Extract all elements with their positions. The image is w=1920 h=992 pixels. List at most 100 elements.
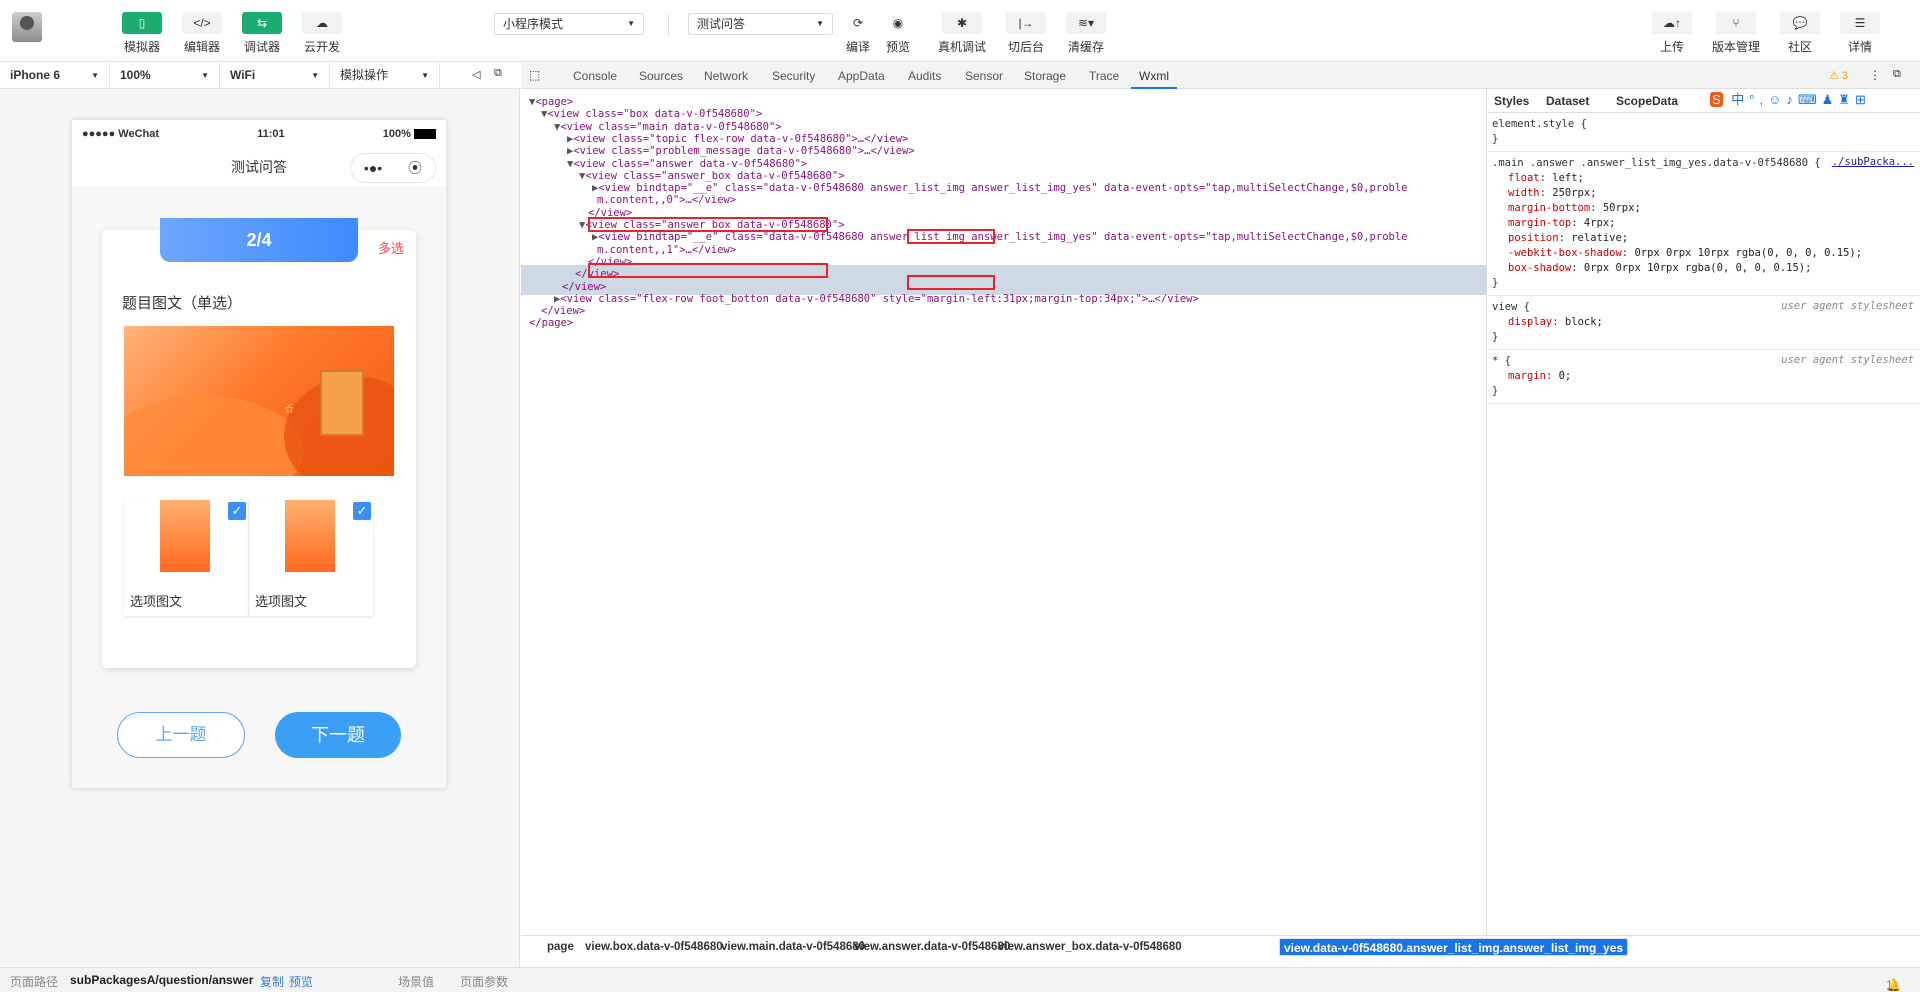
question-image: ☆ <box>124 326 394 476</box>
css-declaration[interactable]: margin: 0; <box>1492 369 1916 384</box>
dock-icon[interactable]: ⧉ <box>1893 68 1901 81</box>
user-avatar[interactable] <box>12 12 42 42</box>
inspect-element-icon[interactable]: ⬚ <box>529 68 540 82</box>
option-card[interactable]: ✓ 选项图文 <box>124 500 248 616</box>
css-value: left; <box>1552 172 1584 184</box>
editor-button[interactable]: </> 编辑器 <box>172 12 232 55</box>
preview-button[interactable]: ◉ 预览 <box>868 12 928 55</box>
next-question-button[interactable]: 下一题 <box>275 712 401 758</box>
background-label: 切后台 <box>1007 40 1044 54</box>
compile-select-value: 测试问答 <box>697 17 746 31</box>
background-button[interactable]: |→ 切后台 <box>996 12 1056 55</box>
css-colon: : <box>1571 262 1584 274</box>
wxml-node-line[interactable]: </page> <box>529 316 573 331</box>
prev-question-button[interactable]: 上一题 <box>117 712 245 758</box>
css-value: 0rpx 0rpx 10rpx rgba(0, 0, 0, 0.15); <box>1583 262 1812 274</box>
ime-toolbar-icon[interactable]: S 中°,☺♪⌨♟♜⊞ <box>1710 89 1916 111</box>
css-declaration[interactable]: width: 250rpx; <box>1492 186 1916 201</box>
capsule-menu[interactable]: •●• ⦿ <box>350 153 436 183</box>
wxml-node-text: m.content,,0">…</view> <box>597 194 737 207</box>
checkbox-checked-icon[interactable]: ✓ <box>228 502 246 520</box>
cloud-icon: ☁ <box>302 12 342 34</box>
popout-icon[interactable]: ⧉ <box>494 67 502 80</box>
compile-label: 编译 <box>845 40 870 54</box>
bottom-status-bar: 页面路径 subPackagesA/question/answer 复制 预览 … <box>0 967 1920 992</box>
page-params-button[interactable]: 页面参数 <box>460 973 508 990</box>
tab-audits[interactable]: Audits <box>908 63 941 89</box>
css-declaration[interactable]: -webkit-box-shadow: 0rpx 0rpx 10rpx rgba… <box>1492 246 1916 261</box>
zoom-value: 100% <box>120 68 151 82</box>
mode-select[interactable]: 小程序模式 ▼ <box>494 13 644 35</box>
css-declaration[interactable]: float: left; <box>1492 171 1916 186</box>
css-declaration[interactable]: display: block; <box>1492 315 1916 330</box>
upload-button[interactable]: ☁↑ 上传 <box>1642 12 1702 55</box>
copy-link[interactable]: 复制 <box>260 973 284 990</box>
css-source[interactable]: ./subPacka... <box>1832 156 1914 168</box>
tab-network[interactable]: Network <box>704 63 748 89</box>
breadcrumb-item[interactable]: view.box.data-v-0f548680 <box>585 938 723 956</box>
real-device-debug-button[interactable]: ✱ 真机调试 <box>932 12 992 55</box>
css-declaration[interactable]: margin-bottom: 50rpx; <box>1492 201 1916 216</box>
tab-scopedata[interactable]: ScopeData <box>1616 94 1678 108</box>
debugger-button[interactable]: ⇆ 调试器 <box>232 12 292 55</box>
tab-security[interactable]: Security <box>772 63 815 89</box>
css-selector[interactable]: element.style { <box>1492 117 1916 132</box>
more-icon[interactable]: •●• <box>364 153 382 183</box>
battery: 100% <box>383 128 436 140</box>
breadcrumb-item-selected[interactable]: view.data-v-0f548680.answer_list_img.ans… <box>1279 938 1629 956</box>
wxml-node-text: <view class="topic flex-row data-v-0f548… <box>573 132 909 145</box>
wxml-node-text: </view> <box>562 280 607 293</box>
nav-bar: 测试问答 •●• ⦿ <box>72 148 446 186</box>
preview-link[interactable]: 预览 <box>289 973 313 990</box>
simulator-button[interactable]: ▯ 模拟器 <box>112 12 172 55</box>
css-colon: : <box>1590 202 1603 214</box>
wxml-node-line[interactable]: ▶<view class="flex-row foot_botton data-… <box>554 292 1199 307</box>
highlight-box <box>907 229 995 244</box>
css-value: 250rpx; <box>1552 187 1597 199</box>
cloud-dev-button[interactable]: ☁ 云开发 <box>292 12 352 55</box>
clear-cache-button[interactable]: ≋▾ 清缓存 <box>1056 12 1116 55</box>
upload-label: 上传 <box>1659 40 1684 54</box>
breadcrumb-item[interactable]: view.answer_box.data-v-0f548680 <box>998 938 1182 956</box>
option-card[interactable]: ✓ 选项图文 <box>249 500 373 616</box>
wxml-node-text: <view class="answer_box data-v-0f548680"… <box>585 169 845 182</box>
css-declaration[interactable]: box-shadow: 0rpx 0rpx 10rpx rgba(0, 0, 0… <box>1492 261 1916 276</box>
volume-icon[interactable]: ◁ <box>472 68 480 81</box>
version-button[interactable]: ⑂ 版本管理 <box>1706 12 1766 55</box>
scene-value-button[interactable]: 场景值 <box>398 973 434 990</box>
css-value: 4rpx; <box>1583 217 1616 229</box>
network-select[interactable]: WiFi ▼ <box>220 63 330 88</box>
tab-sensor[interactable]: Sensor <box>965 63 1003 89</box>
details-button[interactable]: ☰ 详情 <box>1830 12 1890 55</box>
tab-trace[interactable]: Trace <box>1089 63 1119 89</box>
community-button[interactable]: 💬 社区 <box>1770 12 1830 55</box>
checkbox-checked-icon[interactable]: ✓ <box>353 502 371 520</box>
tab-styles[interactable]: Styles <box>1494 94 1529 108</box>
css-property: float <box>1508 172 1540 184</box>
warning-badge[interactable]: ⚠ 3 <box>1829 69 1848 82</box>
wxml-node-text: m.content,,1">…</view> <box>597 243 737 256</box>
css-property: box-shadow <box>1508 262 1572 274</box>
css-rule: .main .answer .answer_list_img_yes.data-… <box>1488 152 1920 296</box>
tab-console[interactable]: Console <box>573 63 617 89</box>
more-vert-icon[interactable]: ⋮ <box>1869 68 1881 82</box>
compile-select[interactable]: 测试问答 ▼ <box>688 13 833 35</box>
tab-sources[interactable]: Sources <box>639 63 683 89</box>
code-icon: </> <box>182 12 222 34</box>
tab-appdata[interactable]: AppData <box>838 63 885 89</box>
phone-icon: ▯ <box>122 12 162 34</box>
css-colon: : <box>1539 172 1553 184</box>
close-target-icon[interactable]: ⦿ <box>408 153 422 183</box>
tab-dataset[interactable]: Dataset <box>1546 94 1589 108</box>
tab-wxml[interactable]: Wxml <box>1131 63 1177 89</box>
tab-storage[interactable]: Storage <box>1024 63 1066 89</box>
zoom-select[interactable]: 100% ▼ <box>110 63 220 88</box>
operation-select[interactable]: 模拟操作 ▼ <box>330 63 440 88</box>
breadcrumb-item[interactable]: page <box>547 938 574 956</box>
wxml-node-text: <view bindtap="__e" class="data-v-0f5486… <box>598 182 1408 195</box>
breadcrumb-item[interactable]: view.main.data-v-0f548680 <box>721 938 865 956</box>
css-declaration[interactable]: margin-top: 4rpx; <box>1492 216 1916 231</box>
css-declaration[interactable]: position: relative; <box>1492 231 1916 246</box>
device-select[interactable]: iPhone 6 ▼ <box>0 63 110 88</box>
breadcrumb-item[interactable]: view.answer.data-v-0f548680 <box>854 938 1010 956</box>
